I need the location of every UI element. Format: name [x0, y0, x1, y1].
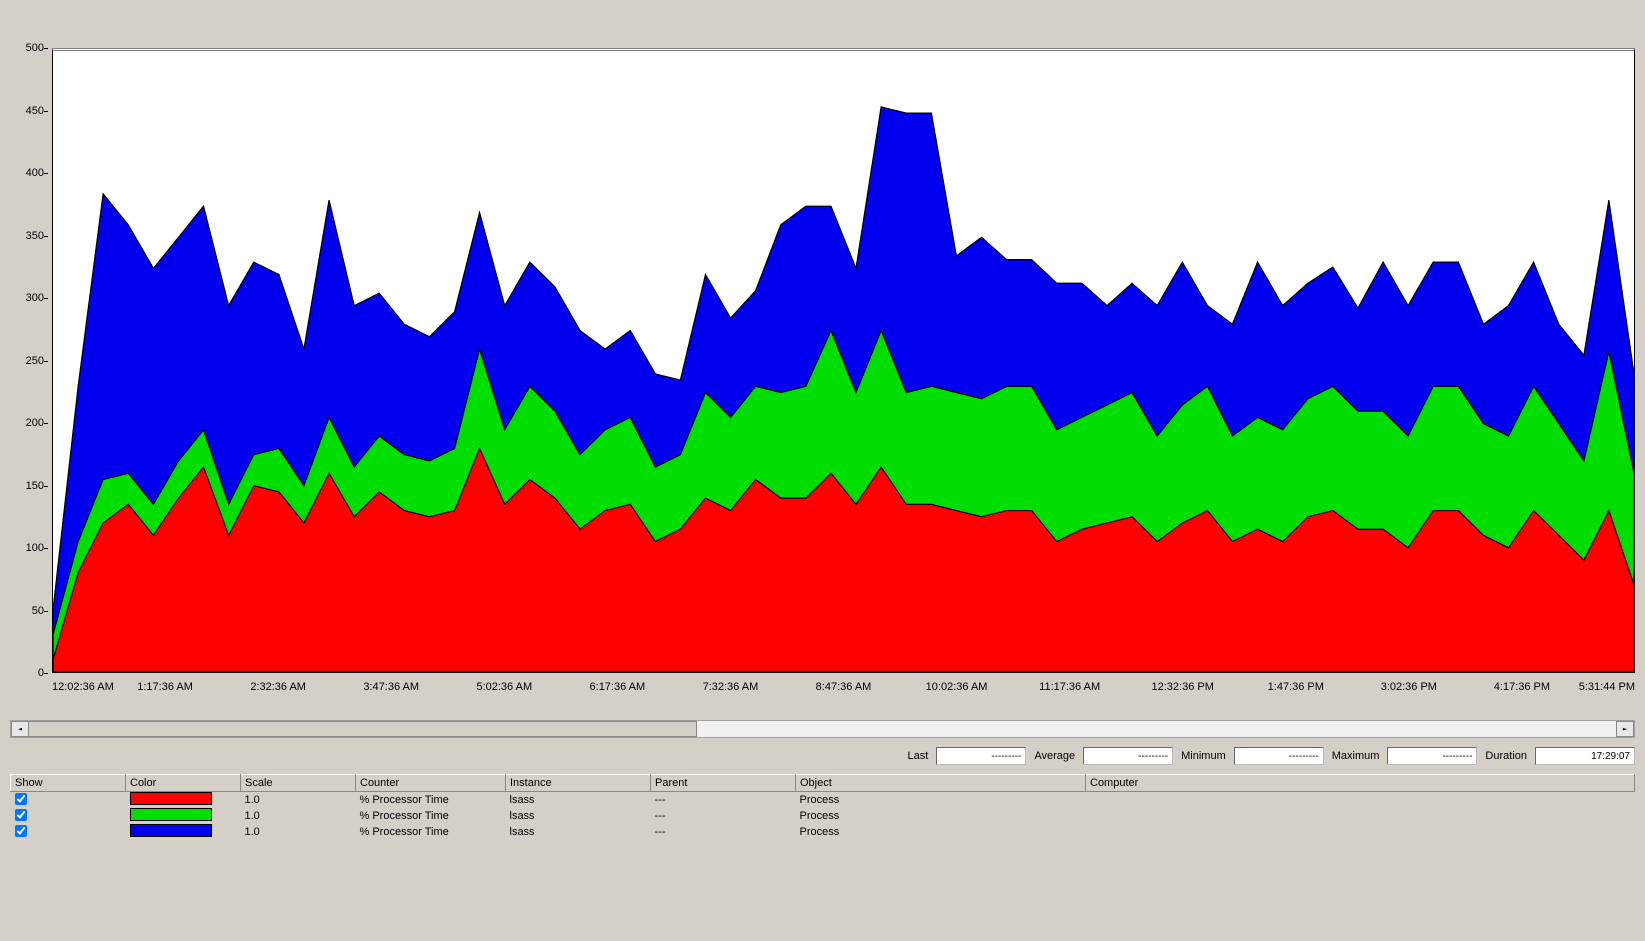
minimum-label: Minimum — [1177, 750, 1230, 762]
object-cell: Process — [796, 792, 1086, 809]
x-tick-label: 12:32:36 PM — [1152, 681, 1214, 693]
maximum-label: Maximum — [1328, 750, 1384, 762]
x-tick-label: 5:02:36 AM — [476, 681, 532, 693]
show-checkbox[interactable] — [15, 825, 27, 837]
x-tick-label: 4:17:36 PM — [1494, 681, 1550, 693]
table-row[interactable]: 1.0% Processor Timelsass---Process — [11, 808, 1635, 824]
col-header[interactable]: Scale — [241, 775, 356, 792]
y-tick-label: 0 — [6, 667, 44, 679]
instance-cell: lsass — [506, 824, 651, 840]
object-cell: Process — [796, 824, 1086, 840]
counter-cell: % Processor Time — [356, 808, 506, 824]
minimum-value: --------- — [1234, 747, 1324, 765]
horizontal-scrollbar[interactable]: ◄ ► — [10, 720, 1635, 738]
y-tick-label: 250 — [6, 355, 44, 367]
object-cell: Process — [796, 808, 1086, 824]
x-tick-label: 12:02:36 AM — [52, 681, 114, 693]
counter-cell: % Processor Time — [356, 824, 506, 840]
col-header[interactable]: Instance — [506, 775, 651, 792]
x-tick-label: 6:17:36 AM — [590, 681, 646, 693]
x-tick-label: 10:02:36 AM — [926, 681, 988, 693]
x-tick-label: 5:31:44 PM — [1579, 681, 1635, 693]
color-swatch — [130, 808, 212, 821]
table-row[interactable]: 1.0% Processor Timelsass---Process — [11, 792, 1635, 809]
scroll-left-button[interactable]: ◄ — [11, 721, 29, 737]
y-tick-label: 200 — [6, 417, 44, 429]
x-tick-label: 3:02:36 PM — [1381, 681, 1437, 693]
scale-cell: 1.0 — [241, 824, 356, 840]
x-tick-label: 3:47:36 AM — [363, 681, 419, 693]
scale-cell: 1.0 — [241, 792, 356, 809]
scale-cell: 1.0 — [241, 808, 356, 824]
x-axis: 12:02:36 AM 1:17:36 AM 2:32:36 AM 3:47:36 A… — [52, 681, 1635, 711]
table-row[interactable]: 1.0% Processor Timelsass---Process — [11, 824, 1635, 840]
parent-cell: --- — [651, 808, 796, 824]
duration-value: 17:29:07 — [1535, 747, 1635, 765]
y-axis: 050100150200250300350400450500 — [10, 10, 48, 705]
instance-cell: lsass — [506, 792, 651, 809]
maximum-value: --------- — [1387, 747, 1477, 765]
computer-cell — [1086, 824, 1635, 840]
y-tick-label: 400 — [6, 167, 44, 179]
x-tick-label: 7:32:36 AM — [703, 681, 759, 693]
y-tick-label: 50 — [6, 605, 44, 617]
stats-bar: Last --------- Average --------- Minimum… — [904, 746, 1635, 766]
scroll-track[interactable] — [28, 721, 1617, 737]
show-checkbox[interactable] — [15, 793, 27, 805]
col-header[interactable]: Computer — [1086, 775, 1635, 792]
x-tick-label: 11:17:36 AM — [1039, 681, 1100, 693]
color-swatch — [130, 792, 212, 805]
y-tick-label: 450 — [6, 105, 44, 117]
y-tick-label: 500 — [6, 42, 44, 54]
duration-label: Duration — [1481, 750, 1531, 762]
y-tick-label: 350 — [6, 230, 44, 242]
show-checkbox[interactable] — [15, 809, 27, 821]
col-header[interactable]: Object — [796, 775, 1086, 792]
x-tick-label: 8:47:36 AM — [816, 681, 872, 693]
col-header[interactable]: Show — [11, 775, 126, 792]
y-tick-label: 100 — [6, 542, 44, 554]
x-tick-label: 1:47:36 PM — [1268, 681, 1324, 693]
last-label: Last — [904, 750, 933, 762]
parent-cell: --- — [651, 792, 796, 809]
scroll-right-button[interactable]: ► — [1616, 721, 1634, 737]
col-header[interactable]: Parent — [651, 775, 796, 792]
counter-cell: % Processor Time — [356, 792, 506, 809]
x-tick-label: 2:32:36 AM — [250, 681, 306, 693]
last-value: --------- — [936, 747, 1026, 765]
x-tick-label: 1:17:36 AM — [137, 681, 193, 693]
average-value: --------- — [1083, 747, 1173, 765]
counter-list: ShowColorScaleCounterInstanceParentObjec… — [10, 774, 1635, 840]
computer-cell — [1086, 792, 1635, 809]
instance-cell: lsass — [506, 808, 651, 824]
y-tick-label: 150 — [6, 480, 44, 492]
y-tick-label: 300 — [6, 292, 44, 304]
average-label: Average — [1030, 750, 1079, 762]
computer-cell — [1086, 808, 1635, 824]
counter-table[interactable]: ShowColorScaleCounterInstanceParentObjec… — [10, 774, 1635, 840]
color-swatch — [130, 824, 212, 837]
parent-cell: --- — [651, 824, 796, 840]
col-header[interactable]: Counter — [356, 775, 506, 792]
col-header[interactable]: Color — [126, 775, 241, 792]
chart-area: 050100150200250300350400450500 12:02:36 … — [10, 10, 1635, 705]
plot-surface — [52, 48, 1635, 673]
scroll-thumb[interactable] — [28, 721, 697, 737]
area-chart-svg — [53, 51, 1634, 672]
